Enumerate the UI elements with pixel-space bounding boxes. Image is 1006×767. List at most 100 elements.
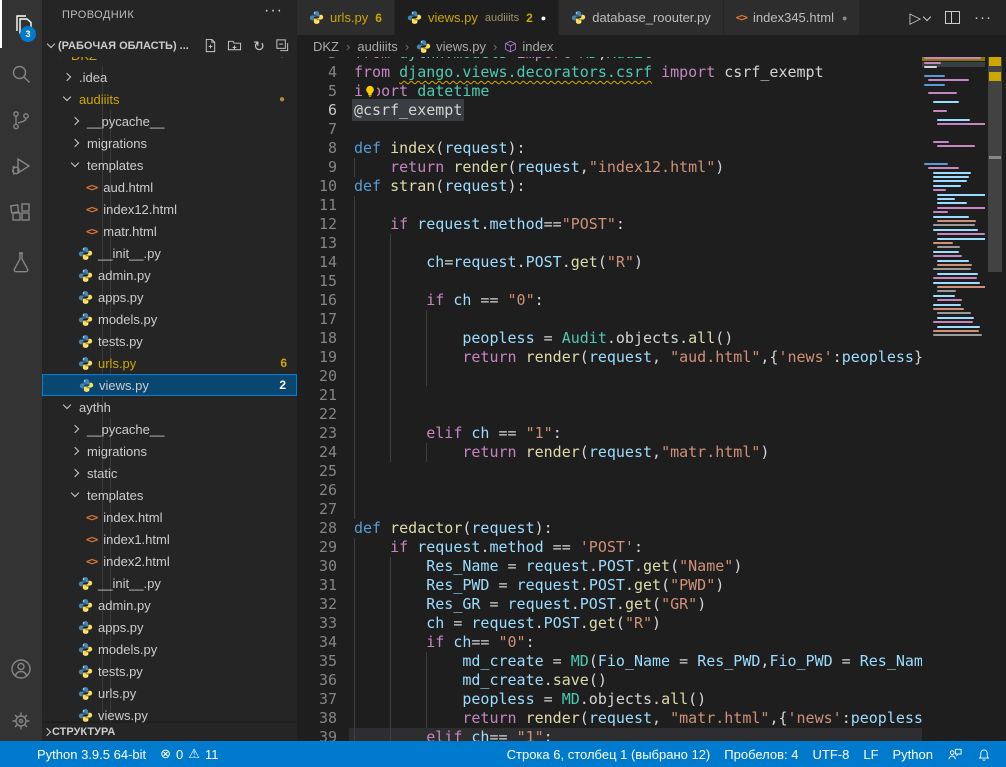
tab-urls-py[interactable]: urls.py 6 xyxy=(297,0,395,35)
tree-item-migrations[interactable]: migrations xyxy=(42,132,297,154)
breadcrumb-folder[interactable]: audiiits xyxy=(357,39,397,54)
run-button[interactable]: ▷ xyxy=(909,9,931,27)
new-file-icon[interactable] xyxy=(203,38,219,54)
code-line[interactable] xyxy=(349,405,1006,424)
tree-item-migrations[interactable]: migrations xyxy=(42,440,297,462)
code-line[interactable]: md_create.save() xyxy=(349,671,1006,690)
notifications-bell-icon[interactable] xyxy=(970,741,998,767)
search-icon[interactable] xyxy=(0,50,42,98)
code-line[interactable]: if request.method == 'POST': xyxy=(349,538,1006,557)
tree-item-templates[interactable]: templates xyxy=(42,484,297,506)
collapse-all-icon[interactable] xyxy=(275,38,291,54)
code-line[interactable]: @csrf_exempt xyxy=(349,101,1006,120)
unsaved-dot-icon[interactable]: ● xyxy=(541,13,546,23)
code-line[interactable]: Res_Name = request.POST.get("Name") xyxy=(349,557,1006,576)
code-line[interactable]: return render(request, "aud.html",{'news… xyxy=(349,348,1006,367)
code-line[interactable]: peopless = Audit.objects.all() xyxy=(349,329,1006,348)
code-line[interactable] xyxy=(349,120,1006,139)
breadcrumb-symbol[interactable]: index xyxy=(522,39,553,54)
tree-item-index-html[interactable]: <>index.html xyxy=(42,506,297,528)
tree-item-urls-py[interactable]: urls.py xyxy=(42,682,297,704)
tree-item-index2-html[interactable]: <>index2.html xyxy=(42,550,297,572)
explorer-icon[interactable] xyxy=(0,0,44,48)
breadcrumb-root[interactable]: DKZ xyxy=(313,39,339,54)
accounts-icon[interactable] xyxy=(0,645,42,693)
code-line[interactable]: md_create = MD(Fio_Name = Res_PWD,Fio_PW… xyxy=(349,652,1006,671)
code-line[interactable]: Res_GR = request.POST.get("GR") xyxy=(349,595,1006,614)
tree-item--idea[interactable]: .idea xyxy=(42,66,297,88)
code-line[interactable]: return render(request, "matr.html",{'new… xyxy=(349,709,1006,728)
tree-item--pycache-[interactable]: __pycache__ xyxy=(42,110,297,132)
eol-status[interactable]: LF xyxy=(856,741,885,767)
tree-item--init-py[interactable]: __init__.py xyxy=(42,572,297,594)
code-line[interactable] xyxy=(349,386,1006,405)
new-folder-icon[interactable] xyxy=(227,38,243,54)
split-editor-button[interactable] xyxy=(945,11,960,24)
source-control-icon[interactable] xyxy=(0,96,42,144)
tree-item-models-py[interactable]: models.py xyxy=(42,638,297,660)
tree-item-aud-html[interactable]: <>aud.html xyxy=(42,176,297,198)
scrollbar[interactable] xyxy=(985,35,1006,741)
code-line[interactable] xyxy=(349,462,1006,481)
code-line[interactable]: def index(request): xyxy=(349,139,1006,158)
code-line[interactable]: if ch== "0": xyxy=(349,633,1006,652)
tree-item--init-py[interactable]: __init__.py xyxy=(42,242,297,264)
code-line[interactable] xyxy=(349,500,1006,519)
code-line[interactable] xyxy=(349,481,1006,500)
tree-item-audiiits[interactable]: audiiits● xyxy=(42,88,297,110)
lightbulb-icon[interactable] xyxy=(363,84,377,99)
outline-section-header[interactable]: СТРУКТУРА xyxy=(42,723,297,741)
editor-code-area[interactable]: 3from aythh.models import MD,Audit4from … xyxy=(297,0,1006,741)
sidebar-more-actions-icon[interactable]: ··· xyxy=(264,2,283,20)
extensions-icon[interactable] xyxy=(0,190,42,238)
tree-item-apps-py[interactable]: apps.py xyxy=(42,616,297,638)
tree-item-aythh[interactable]: aythh xyxy=(42,396,297,418)
settings-gear-icon[interactable] xyxy=(0,697,42,745)
tree-item-models-py[interactable]: models.py xyxy=(42,308,297,330)
code-line[interactable] xyxy=(349,367,1006,386)
code-line[interactable] xyxy=(349,310,1006,329)
run-debug-icon[interactable] xyxy=(0,142,42,190)
code-line[interactable]: ch = request.POST.get("R") xyxy=(349,614,1006,633)
tree-item-index1-html[interactable]: <>index1.html xyxy=(42,528,297,550)
indentation-status[interactable]: Пробелов: 4 xyxy=(717,741,805,767)
encoding-status[interactable]: UTF-8 xyxy=(806,741,857,767)
minimap[interactable] xyxy=(922,35,985,741)
python-interpreter-status[interactable]: Python 3.9.5 64-bit xyxy=(30,741,153,767)
tree-item-matr-html[interactable]: <>matr.html xyxy=(42,220,297,242)
code-line[interactable]: elif ch == "1": xyxy=(349,424,1006,443)
code-line[interactable]: def stran(request): xyxy=(349,177,1006,196)
tree-item-urls-py[interactable]: urls.py6 xyxy=(42,352,297,374)
refresh-icon[interactable]: ↻ xyxy=(251,38,267,54)
tree-item--pycache-[interactable]: __pycache__ xyxy=(42,418,297,440)
language-mode-status[interactable]: Python xyxy=(886,741,940,767)
tab-database-roouter-py[interactable]: database_roouter.py xyxy=(559,0,724,35)
code-line[interactable]: return render(request,"matr.html") xyxy=(349,443,1006,462)
problems-status[interactable]: ⊗ 0 ⚠ 11 xyxy=(153,741,225,767)
code-line[interactable]: if ch == "0": xyxy=(349,291,1006,310)
tree-item-admin-py[interactable]: admin.py xyxy=(42,264,297,286)
cursor-position-status[interactable]: Строка 6, столбец 1 (выбрано 12) xyxy=(500,741,718,767)
code-line[interactable]: import datetime xyxy=(349,82,1006,101)
tab-views-py[interactable]: views.py audiiits 2 ● xyxy=(395,0,559,35)
tree-item-tests-py[interactable]: tests.py xyxy=(42,330,297,352)
code-line[interactable] xyxy=(349,196,1006,215)
tree-item-templates[interactable]: templates xyxy=(42,154,297,176)
tree-item-index12-html[interactable]: <>index12.html xyxy=(42,198,297,220)
code-line[interactable] xyxy=(349,234,1006,253)
unsaved-dot-icon[interactable]: ● xyxy=(842,13,847,23)
code-line[interactable]: return render(request,"index12.html") xyxy=(349,158,1006,177)
code-line[interactable]: Res_PWD = request.POST.get("PWD") xyxy=(349,576,1006,595)
tree-item-apps-py[interactable]: apps.py xyxy=(42,286,297,308)
testing-icon[interactable] xyxy=(0,238,42,286)
code-line[interactable]: peopless = MD.objects.all() xyxy=(349,690,1006,709)
code-line[interactable]: elif ch== "1": xyxy=(349,728,1006,741)
feedback-icon[interactable] xyxy=(940,741,970,767)
tree-item-tests-py[interactable]: tests.py xyxy=(42,660,297,682)
code-line[interactable] xyxy=(349,272,1006,291)
code-line[interactable]: def redactor(request): xyxy=(349,519,1006,538)
breadcrumb-file[interactable]: views.py xyxy=(436,39,486,54)
more-actions-button[interactable]: ··· xyxy=(974,9,992,26)
code-line[interactable]: if request.method=="POST": xyxy=(349,215,1006,234)
code-line[interactable]: ch=request.POST.get("R") xyxy=(349,253,1006,272)
